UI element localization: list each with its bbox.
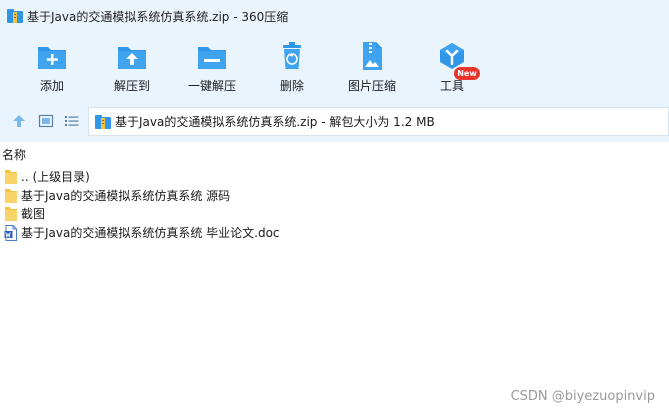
delete-label: 删除 bbox=[279, 79, 304, 93]
image-compress-label: 图片压缩 bbox=[347, 79, 396, 93]
address-bar[interactable]: 基于Java的交通模拟系统仿真系统.zip - 解包大小为 1.2 MB bbox=[88, 107, 669, 136]
extract-to-icon bbox=[118, 47, 146, 69]
one-click-extract-label: 一键解压 bbox=[187, 79, 236, 93]
window-title: 基于Java的交通模拟系统仿真系统.zip - 360压缩 bbox=[27, 10, 289, 24]
file-name: 截图 bbox=[21, 207, 46, 221]
extract-to-button[interactable]: 解压到 bbox=[100, 38, 164, 100]
delete-button[interactable]: 删除 bbox=[260, 38, 324, 100]
one-click-extract-button[interactable]: 一键解压 bbox=[180, 38, 244, 100]
folder-icon bbox=[5, 207, 17, 221]
delete-icon bbox=[283, 42, 301, 69]
thumbnail-view-icon[interactable] bbox=[38, 113, 54, 129]
one-click-extract-icon bbox=[198, 47, 226, 69]
zip-archive-icon bbox=[7, 9, 23, 23]
zip-archive-icon bbox=[95, 115, 111, 129]
up-arrow-icon[interactable] bbox=[11, 113, 27, 129]
file-name: .. (上级目录) bbox=[21, 170, 90, 184]
tools-label: 工具 bbox=[439, 79, 464, 93]
watermark: CSDN @biyezuopinvip bbox=[510, 389, 655, 404]
title-bar: 基于Java的交通模拟系统仿真系统.zip - 360压缩 bbox=[0, 0, 669, 34]
list-item[interactable]: .. (上级目录) bbox=[0, 168, 669, 186]
new-badge: New bbox=[454, 67, 480, 80]
file-name: 基于Java的交通模拟系统仿真系统 毕业论文.doc bbox=[21, 226, 280, 240]
list-view-icon[interactable] bbox=[64, 113, 80, 129]
name-column-header[interactable]: 名称 bbox=[2, 148, 26, 162]
image-compress-button[interactable]: 图片压缩 bbox=[340, 38, 404, 100]
list-item[interactable]: 基于Java的交通模拟系统仿真系统 源码 bbox=[0, 187, 669, 205]
archive-path: 基于Java的交通模拟系统仿真系统.zip - 解包大小为 1.2 MB bbox=[115, 115, 435, 129]
address-row: 基于Java的交通模拟系统仿真系统.zip - 解包大小为 1.2 MB bbox=[0, 100, 669, 142]
folder-icon bbox=[5, 170, 17, 184]
folder-icon bbox=[5, 189, 17, 203]
add-label: 添加 bbox=[39, 79, 64, 93]
add-button[interactable]: 添加 bbox=[20, 38, 84, 100]
toolbar: 添加 解压到 一键解压 删除 图片压缩 工具 New bbox=[0, 34, 669, 100]
column-header[interactable]: 名称 bbox=[0, 146, 669, 164]
list-item[interactable]: 基于Java的交通模拟系统仿真系统 毕业论文.doc bbox=[0, 224, 669, 242]
extract-to-label: 解压到 bbox=[113, 79, 150, 93]
file-name: 基于Java的交通模拟系统仿真系统 源码 bbox=[21, 189, 231, 203]
add-folder-icon bbox=[38, 47, 66, 69]
list-item[interactable]: 截图 bbox=[0, 205, 669, 223]
image-compress-icon bbox=[363, 42, 382, 70]
word-doc-icon bbox=[4, 225, 17, 241]
